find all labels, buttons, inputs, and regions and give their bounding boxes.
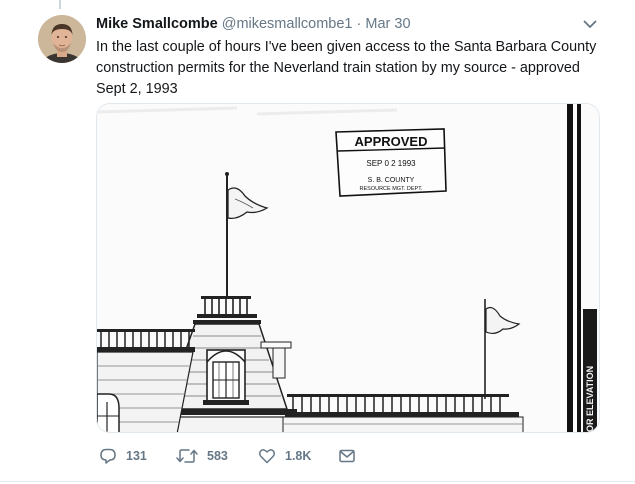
- reply-count: 131: [126, 449, 147, 463]
- tweet-text: In the last couple of hours I've been gi…: [96, 39, 597, 97]
- avatar-portrait: [38, 15, 86, 63]
- blueprint-drawing: APPROVED SEP 0 2 1993 S. B. COUNTY RESOU…: [97, 104, 599, 432]
- tweet: Mike Smallcombe @mikesmallcombe1 · Mar 3…: [0, 0, 635, 484]
- retweet-count: 583: [207, 449, 228, 463]
- approved-stamp: APPROVED SEP 0 2 1993 S. B. COUNTY RESOU…: [335, 128, 447, 197]
- stamp-status: APPROVED: [355, 134, 428, 149]
- author-handle[interactable]: @mikesmallcombe1: [222, 16, 353, 32]
- stamp-department: RESOURCE MGT. DEPT.: [360, 186, 423, 192]
- tweet-header: Mike Smallcombe @mikesmallcombe1 · Mar 3…: [96, 14, 616, 34]
- like-button[interactable]: 1.8K: [258, 445, 311, 467]
- more-options-button[interactable]: [581, 16, 599, 32]
- reply-icon: [100, 448, 116, 464]
- heart-icon: [258, 449, 276, 464]
- author-name[interactable]: Mike Smallcombe: [96, 16, 218, 32]
- separator-dot: ·: [356, 16, 362, 32]
- like-count: 1.8K: [285, 449, 312, 463]
- envelope-icon: [339, 449, 355, 463]
- retweet-button[interactable]: 583: [176, 445, 228, 467]
- tweet-divider: [0, 481, 635, 482]
- retweet-icon: [176, 449, 198, 463]
- stamp-county: S. B. COUNTY: [368, 177, 415, 184]
- direct-message-button[interactable]: [338, 445, 356, 467]
- reply-button[interactable]: 131: [99, 445, 147, 467]
- tweet-timestamp[interactable]: Mar 30: [365, 16, 410, 32]
- tweet-image[interactable]: APPROVED SEP 0 2 1993 S. B. COUNTY RESOU…: [96, 103, 600, 433]
- elevation-label: OR ELEVATION: [585, 366, 595, 432]
- stamp-date: SEP 0 2 1993: [366, 159, 416, 168]
- avatar[interactable]: [38, 15, 86, 63]
- tweet-actions: 131 583 1.8K: [96, 445, 496, 467]
- chevron-down-icon: [583, 20, 597, 28]
